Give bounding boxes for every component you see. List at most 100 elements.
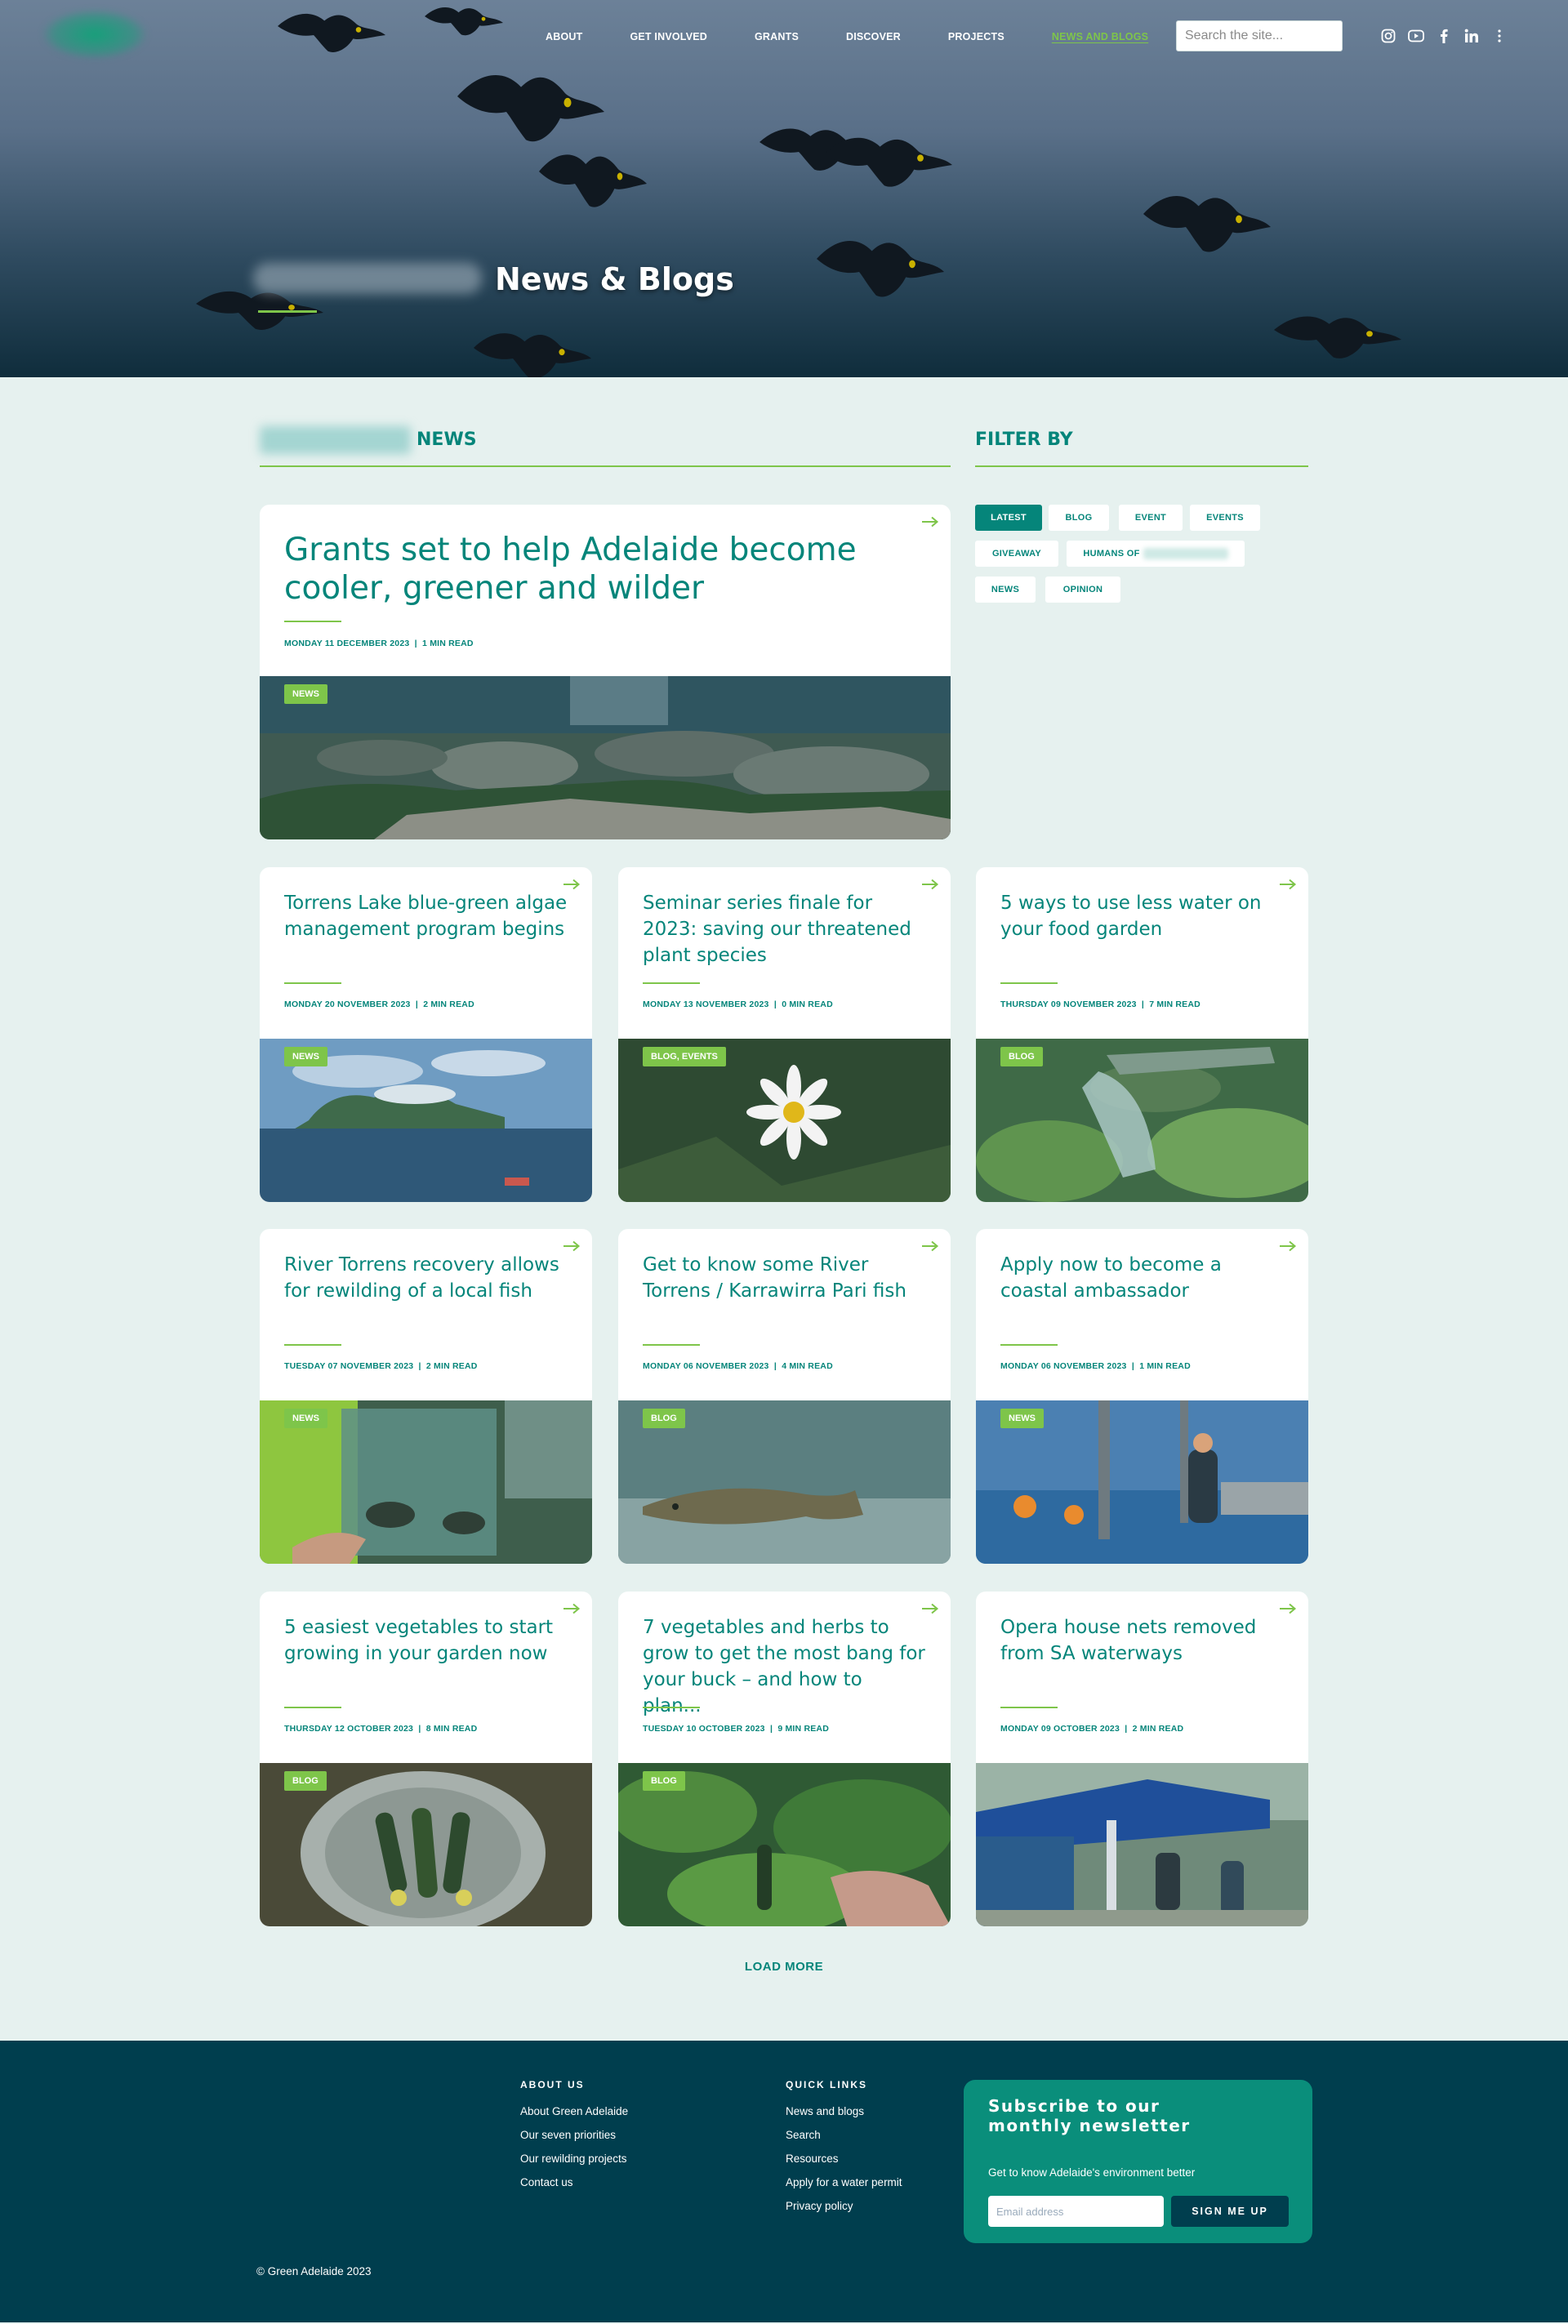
main-nav: ABOUT GET INVOLVED GRANTS DISCOVER PROJE… [546, 29, 1196, 44]
article-tag: NEWS [284, 1409, 327, 1428]
more-icon[interactable] [1490, 27, 1508, 45]
article-card[interactable]: Apply now to become a coastal ambassador… [976, 1229, 1308, 1564]
site-logo[interactable] [42, 10, 147, 59]
load-more-button[interactable]: LOAD MORE [702, 1960, 866, 1974]
nav-projects[interactable]: PROJECTS [948, 31, 1004, 42]
filter-chip-events[interactable]: EVENTS [1190, 505, 1260, 531]
nav-about[interactable]: ABOUT [546, 31, 582, 42]
article-date: MONDAY 13 NOVEMBER 2023 [643, 999, 769, 1009]
article-card[interactable]: River Torrens recovery allows for rewild… [260, 1229, 592, 1564]
article-date: TUESDAY 10 OCTOBER 2023 [643, 1724, 765, 1734]
article-tag: BLOG [643, 1409, 685, 1428]
article-date: MONDAY 06 NOVEMBER 2023 [643, 1361, 769, 1371]
article-tag: NEWS [1000, 1409, 1044, 1428]
featured-article-title: Grants set to help Adelaide become coole… [284, 532, 857, 607]
title-underline [284, 1707, 341, 1708]
title-underline [643, 1707, 700, 1708]
title-underline [284, 982, 341, 984]
featured-article-card[interactable]: Grants set to help Adelaide become coole… [260, 505, 951, 839]
hero-banner: ABOUT GET INVOLVED GRANTS DISCOVER PROJE… [0, 0, 1568, 377]
email-field[interactable] [988, 2196, 1164, 2227]
article-image: BLOG [260, 1763, 592, 1926]
nav-grants[interactable]: GRANTS [755, 31, 799, 42]
filter-heading: FILTER BY [975, 430, 1073, 450]
article-date: TUESDAY 07 NOVEMBER 2023 [284, 1361, 414, 1371]
title-underline [1000, 982, 1058, 984]
filter-chip-news[interactable]: NEWS [975, 577, 1036, 603]
linkedin-icon[interactable] [1463, 27, 1481, 45]
article-read-time: 0 MIN READ [782, 999, 833, 1009]
arrow-right-icon [922, 879, 939, 890]
article-meta: MONDAY 13 NOVEMBER 2023 | 0 MIN READ [643, 999, 833, 1009]
instagram-icon[interactable] [1379, 27, 1397, 45]
footer-link-resources[interactable]: Resources [786, 2153, 839, 2165]
article-card[interactable]: Opera house nets removed from SA waterwa… [976, 1592, 1308, 1926]
article-read-time: 1 MIN READ [1139, 1361, 1191, 1371]
copyright-text: © Green Adelaide 2023 [256, 2265, 372, 2277]
arrow-right-icon [1280, 1240, 1297, 1252]
facebook-icon[interactable] [1435, 27, 1453, 45]
filter-chip-humans-of[interactable]: HUMANS OF [1067, 541, 1245, 567]
filter-chip-blog[interactable]: BLOG [1049, 505, 1109, 531]
article-read-time: 8 MIN READ [425, 1724, 478, 1734]
footer-link-privacy-policy[interactable]: Privacy policy [786, 2200, 853, 2212]
filter-chip-humans-of-label: HUMANS OF [1083, 549, 1140, 559]
footer-link-search[interactable]: Search [786, 2129, 821, 2141]
arrow-right-icon [564, 879, 581, 890]
nav-news-and-blogs[interactable]: NEWS AND BLOGS [1052, 31, 1148, 42]
article-title: Seminar series finale for 2023: saving o… [643, 893, 911, 966]
filter-divider [975, 465, 1308, 467]
article-tag: BLOG [1000, 1047, 1043, 1066]
news-heading-redacted [260, 426, 411, 454]
article-date: MONDAY 20 NOVEMBER 2023 [284, 999, 411, 1009]
article-card[interactable]: Torrens Lake blue-green algae management… [260, 867, 592, 1202]
nav-discover[interactable]: DISCOVER [846, 31, 901, 42]
title-underline [643, 982, 700, 984]
footer-quick-links-heading: QUICK LINKS [786, 2079, 867, 2090]
title-underline [1000, 1344, 1058, 1346]
footer-link-contact-us[interactable]: Contact us [520, 2176, 573, 2188]
filter-chip-opinion[interactable]: OPINION [1045, 577, 1120, 603]
article-image: BLOG [618, 1763, 951, 1926]
youtube-icon[interactable] [1407, 27, 1425, 45]
article-card[interactable]: 5 ways to use less water on your food ga… [976, 867, 1308, 1202]
article-read-time: 7 MIN READ [1149, 999, 1200, 1009]
article-title: 7 vegetables and herbs to grow to get th… [643, 1617, 925, 1716]
article-tag: BLOG [284, 1771, 327, 1791]
search-input[interactable] [1176, 20, 1343, 51]
nav-get-involved[interactable]: GET INVOLVED [630, 31, 707, 42]
filter-chip-event[interactable]: EVENT [1119, 505, 1183, 531]
article-card[interactable]: Seminar series finale for 2023: saving o… [618, 867, 951, 1202]
footer-link-water-permit[interactable]: Apply for a water permit [786, 2176, 902, 2188]
article-title: Get to know some River Torrens / Karrawi… [643, 1254, 906, 1302]
article-meta: TUESDAY 10 OCTOBER 2023 | 9 MIN READ [643, 1724, 830, 1734]
filter-chip-latest[interactable]: LATEST [975, 505, 1042, 531]
article-tag: BLOG [643, 1771, 685, 1791]
footer-link-news-and-blogs[interactable]: News and blogs [786, 2105, 864, 2117]
sign-up-button[interactable]: SIGN ME UP [1171, 2196, 1289, 2227]
article-title: 5 ways to use less water on your food ga… [1000, 893, 1262, 940]
article-meta: THURSDAY 12 OCTOBER 2023 | 8 MIN READ [284, 1724, 478, 1734]
arrow-right-icon [564, 1240, 581, 1252]
filter-chip-giveaway[interactable]: GIVEAWAY [975, 541, 1058, 567]
footer-link-about-green-adelaide[interactable]: About Green Adelaide [520, 2105, 628, 2117]
chip-redacted-text [1143, 548, 1228, 559]
article-image: BLOG [976, 1039, 1308, 1202]
article-card[interactable]: Get to know some River Torrens / Karrawi… [618, 1229, 951, 1564]
footer-link-seven-priorities[interactable]: Our seven priorities [520, 2129, 616, 2141]
article-title: 5 easiest vegetables to start growing in… [284, 1617, 554, 1664]
title-underline [1000, 1707, 1058, 1708]
article-date: THURSDAY 09 NOVEMBER 2023 [1000, 999, 1137, 1009]
article-date: MONDAY 11 DECEMBER 2023 [284, 639, 410, 648]
article-meta: MONDAY 06 NOVEMBER 2023 | 4 MIN READ [643, 1361, 833, 1371]
article-card[interactable]: 5 easiest vegetables to start growing in… [260, 1592, 592, 1926]
article-tag: NEWS [284, 684, 327, 704]
footer-link-rewilding-projects[interactable]: Our rewilding projects [520, 2153, 627, 2165]
hero-underline [258, 310, 317, 313]
article-meta: MONDAY 06 NOVEMBER 2023 | 1 MIN READ [1000, 1361, 1191, 1371]
article-card[interactable]: 7 vegetables and herbs to grow to get th… [618, 1592, 951, 1926]
arrow-right-icon [1280, 1603, 1297, 1614]
footer-about-heading: ABOUT US [520, 2079, 585, 2090]
article-read-time: 2 MIN READ [1132, 1724, 1184, 1734]
article-title: River Torrens recovery allows for rewild… [284, 1254, 559, 1302]
